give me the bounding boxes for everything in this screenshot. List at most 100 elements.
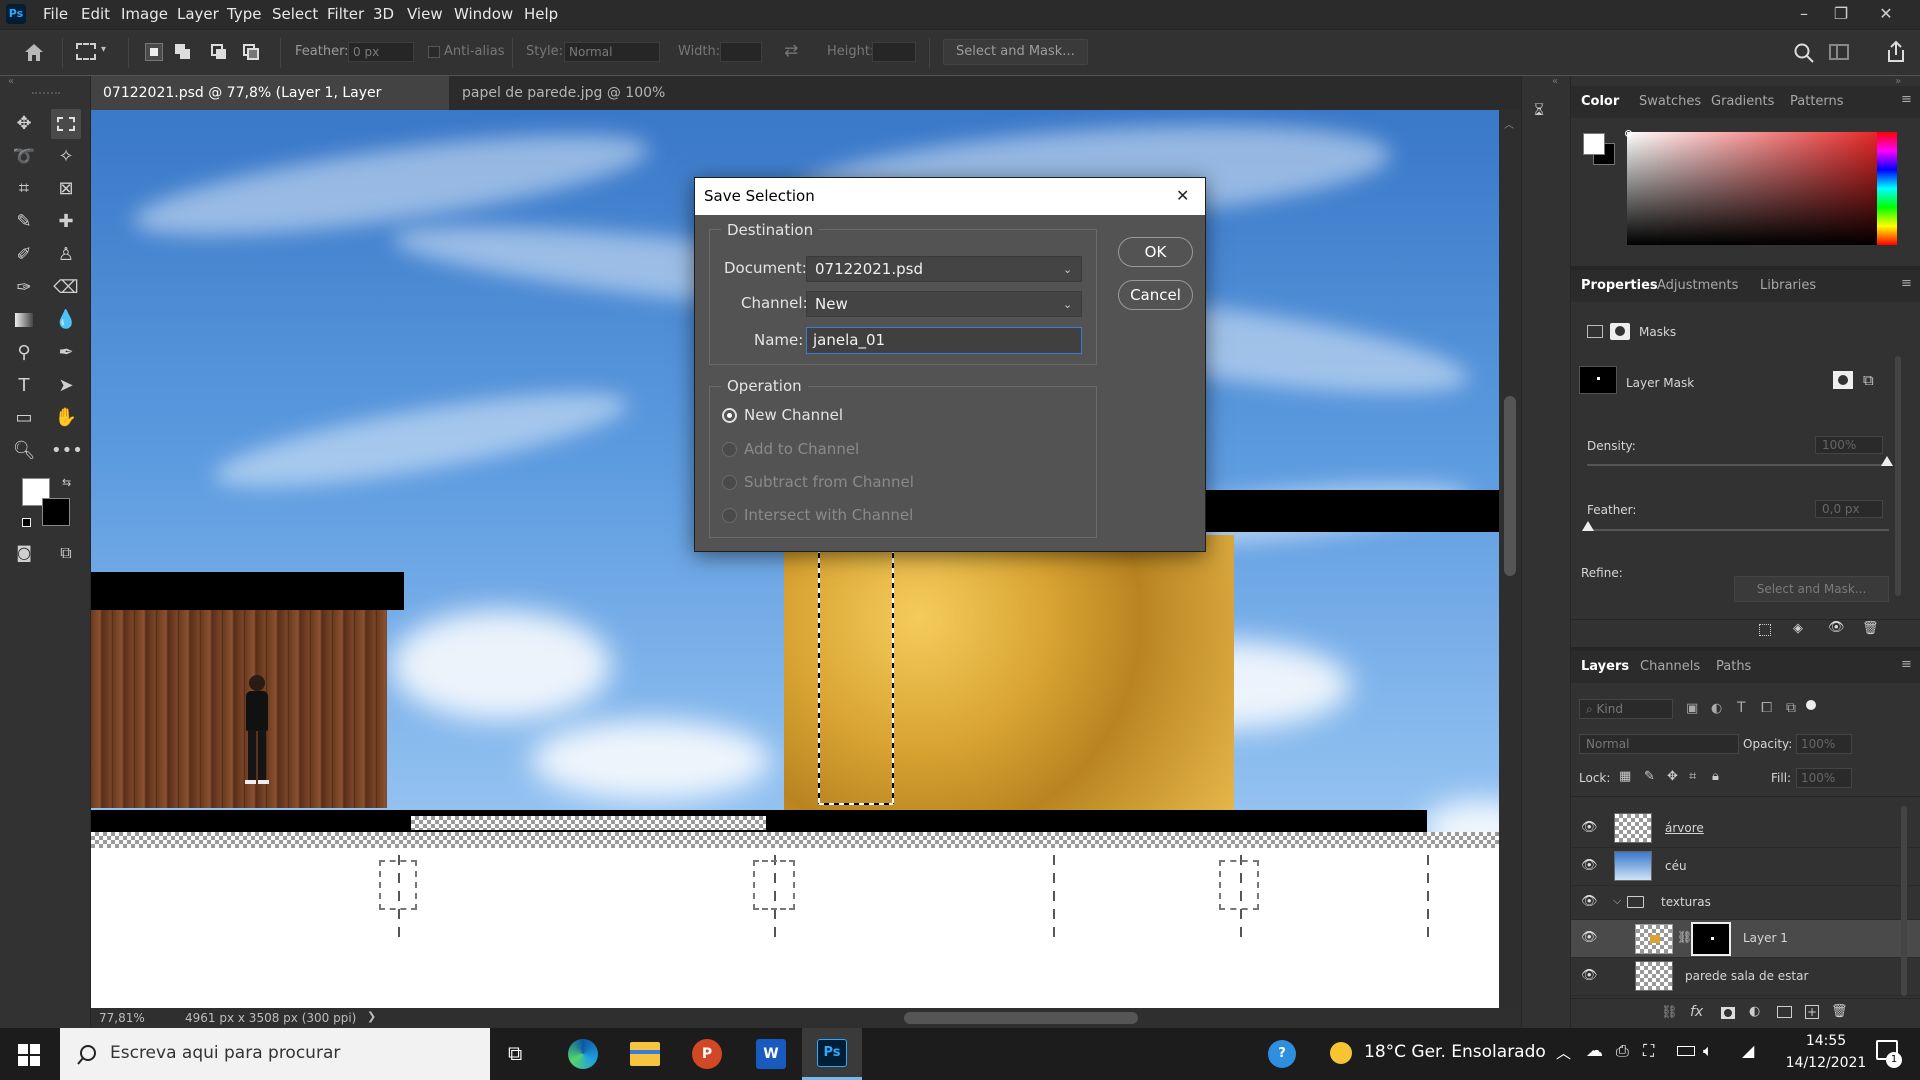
layer-row[interactable]: 👁︎ árvore — [1571, 810, 1920, 848]
chevron-up-icon[interactable]: ︿ — [1556, 1042, 1571, 1063]
word-icon[interactable]: W — [756, 1039, 786, 1069]
eye-icon[interactable]: 👁︎ — [1581, 858, 1598, 873]
tab-patterns[interactable]: Patterns — [1790, 94, 1844, 109]
add-mask-icon[interactable] — [1833, 371, 1853, 389]
tab-paths[interactable]: Paths — [1716, 659, 1751, 674]
width-input[interactable] — [720, 42, 762, 62]
lock-all-icon[interactable]: 🔒︎ — [1712, 769, 1719, 784]
lock-transparent-icon[interactable]: ▦ — [1619, 769, 1631, 784]
eye-icon[interactable]: 👁︎ — [1581, 930, 1598, 945]
eye-icon[interactable]: 👁︎ — [1581, 894, 1598, 909]
select-and-mask-button[interactable]: Select and Mask... — [943, 39, 1088, 65]
fill-input[interactable]: 100% — [1796, 768, 1852, 788]
layer-group-row[interactable]: 👁︎ ⌵ texturas — [1571, 886, 1920, 920]
feather-slider[interactable] — [1587, 529, 1889, 531]
healing-brush-tool-icon[interactable]: ✚ — [51, 207, 81, 237]
wifi-icon[interactable]: ◢ — [1742, 1041, 1754, 1060]
filter-shape-icon[interactable]: ⧠ — [1761, 700, 1772, 716]
properties-scrollbar[interactable] — [1895, 356, 1901, 596]
document-select[interactable]: 07122021.psd ⌄ — [806, 256, 1082, 282]
history-panel-icon[interactable]: ⏳︎ — [1534, 100, 1556, 122]
layer-name[interactable]: parede sala de estar — [1685, 969, 1808, 983]
apply-mask-icon[interactable]: ◈ — [1793, 621, 1803, 636]
background-color-swatch[interactable] — [42, 498, 70, 526]
color-picker-field[interactable] — [1627, 132, 1889, 245]
layer-row[interactable]: 👁︎ parede sala de estar — [1571, 958, 1920, 996]
menu-select[interactable]: Select — [272, 0, 318, 29]
layers-scrollbar[interactable] — [1901, 806, 1907, 996]
gradient-tool-icon[interactable] — [9, 305, 39, 335]
eye-icon[interactable]: 👁︎ — [1581, 820, 1598, 835]
frame-tool-icon[interactable]: ⊠ — [51, 174, 81, 204]
restore-icon[interactable]: ❐ — [1821, 0, 1861, 29]
lock-position-icon[interactable]: ✥ — [1667, 769, 1678, 784]
search-box[interactable]: Escreva aqui para procurar — [60, 1028, 490, 1080]
file-explorer-icon[interactable] — [630, 1042, 660, 1066]
horizontal-scrollbar[interactable] — [904, 1012, 1138, 1024]
battery-icon[interactable] — [1677, 1046, 1695, 1056]
feather-input[interactable]: 0,0 px — [1815, 500, 1883, 518]
antialias-checkbox[interactable] — [428, 46, 440, 58]
layer-name[interactable]: Layer 1 — [1743, 931, 1788, 945]
density-slider[interactable] — [1587, 464, 1889, 466]
subtract-selection-icon[interactable] — [210, 43, 228, 61]
onedrive-icon[interactable]: ☁︎ — [1586, 1041, 1603, 1061]
vertical-scrollbar[interactable]: ︿ — [1499, 110, 1521, 1008]
blur-tool-icon[interactable]: 💧 — [51, 305, 81, 335]
tab-color[interactable]: Color — [1581, 94, 1619, 109]
intersect-with-channel-radio[interactable] — [722, 508, 737, 523]
crop-tool-icon[interactable]: ⌗ — [9, 174, 39, 204]
swap-colors-icon[interactable]: ⇆ — [62, 476, 71, 489]
subtract-from-channel-radio[interactable] — [722, 475, 737, 490]
menu-image[interactable]: Image — [121, 0, 168, 29]
more-tools-icon[interactable]: ••• — [51, 436, 83, 466]
rectangle-tool-icon[interactable]: ▭ — [9, 403, 39, 433]
select-and-mask-button[interactable]: Select and Mask... — [1734, 576, 1889, 602]
path-selection-tool-icon[interactable]: ➤ — [51, 371, 81, 401]
adjustment-layer-icon[interactable]: ◐ — [1749, 1004, 1760, 1019]
windows-start-icon[interactable] — [18, 1044, 40, 1066]
hue-slider[interactable] — [1877, 132, 1897, 245]
filter-pixel-icon[interactable]: ▣ — [1686, 701, 1698, 716]
fx-icon[interactable]: fx — [1690, 1004, 1703, 1020]
filter-type-icon[interactable]: T — [1737, 700, 1746, 716]
default-colors-icon[interactable] — [22, 518, 31, 527]
menu-window[interactable]: Window — [454, 0, 513, 29]
layer-row-selected[interactable]: 👁︎ ⛓︎ Layer 1 — [1571, 920, 1920, 958]
panel-menu-icon[interactable]: ≡ — [1901, 276, 1912, 291]
rectangular-marquee-tool-icon[interactable] — [51, 109, 81, 139]
subtract-from-channel-label[interactable]: Subtract from Channel — [744, 473, 914, 491]
eyedropper-tool-icon[interactable]: ✎ — [9, 207, 39, 237]
add-to-channel-radio[interactable] — [722, 442, 737, 457]
blend-mode-select[interactable]: Normal — [1579, 734, 1739, 754]
minimize-icon[interactable]: – — [1784, 0, 1824, 29]
new-channel-radio[interactable] — [722, 408, 737, 423]
search-icon[interactable] — [1793, 42, 1815, 64]
brush-tool-icon[interactable]: ✐ — [9, 240, 39, 270]
dodge-tool-icon[interactable]: ⚲ — [9, 338, 39, 368]
layer-name[interactable]: texturas — [1661, 895, 1711, 909]
screen-mode-icon[interactable]: ⧉ — [51, 538, 81, 568]
eye-icon[interactable]: 👁︎ — [1828, 620, 1845, 635]
style-select[interactable]: Normal — [564, 42, 660, 62]
weather-text[interactable]: 18°C Ger. Ensolarado — [1364, 1042, 1546, 1062]
zoom-tool-icon[interactable]: 🔍︎ — [9, 436, 39, 466]
filter-adjustment-icon[interactable]: ◐ — [1711, 701, 1722, 716]
add-vector-mask-icon[interactable]: ⧉ — [1863, 371, 1874, 389]
collapse-icon[interactable]: « — [8, 76, 14, 87]
camera-icon[interactable]: ⎙ — [1616, 1041, 1629, 1061]
tab-gradients[interactable]: Gradients — [1711, 94, 1774, 109]
density-input[interactable]: 100% — [1815, 436, 1883, 454]
opacity-input[interactable]: 100% — [1796, 734, 1852, 754]
edge-icon[interactable] — [568, 1039, 598, 1069]
vector-mask-icon[interactable] — [1610, 323, 1630, 340]
weather-icon[interactable] — [1330, 1042, 1352, 1064]
move-tool-icon[interactable]: ✥ — [9, 109, 39, 139]
tab-layers[interactable]: Layers — [1581, 659, 1629, 674]
magic-wand-tool-icon[interactable]: ✧ — [51, 142, 81, 172]
clock-time[interactable]: 14:55 — [1790, 1033, 1862, 1049]
menu-filter[interactable]: Filter — [327, 0, 364, 29]
panel-menu-icon[interactable]: ≡ — [1901, 657, 1912, 672]
layer-name[interactable]: céu — [1665, 859, 1687, 873]
new-selection-icon[interactable] — [145, 43, 163, 61]
